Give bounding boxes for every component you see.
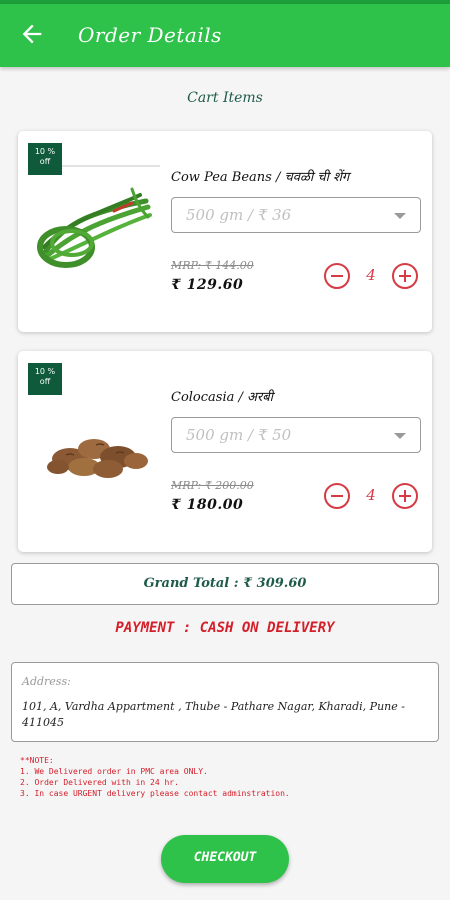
variant-dropdown[interactable]: 500 gm / ₹ 50 <box>171 417 421 453</box>
checkout-label: CHECKOUT <box>193 850 257 865</box>
quantity-value: 4 <box>366 266 376 284</box>
grand-total-box: Grand Total : ₹ 309.60 <box>11 563 439 605</box>
discount-suffix: off <box>39 157 51 166</box>
decrease-quantity-button[interactable] <box>324 483 350 509</box>
delivery-notes: **NOTE: 1. We Delivered order in PMC are… <box>20 755 290 799</box>
address-field[interactable]: Address: 101, A, Vardha Appartment , Thu… <box>11 662 439 742</box>
cow-pea-beans-image <box>37 187 152 268</box>
cart-item-card: 10 % off Colocasia / अरबी 500 gm / ₹ 50 … <box>18 351 432 552</box>
address-value: 101, A, Vardha Appartment , Thube - Path… <box>22 700 405 729</box>
variant-selected-value: 500 gm / ₹ 50 <box>186 426 292 444</box>
back-arrow-icon[interactable] <box>18 20 46 48</box>
checkout-button[interactable]: CHECKOUT <box>161 835 289 883</box>
mrp-price: MRP: ₹ 200.00 <box>171 479 254 492</box>
decrease-quantity-button[interactable] <box>324 263 350 289</box>
page-title: Order Details <box>78 23 222 47</box>
variant-dropdown[interactable]: 500 gm / ₹ 36 <box>171 197 421 233</box>
cart-items-heading: Cart Items <box>187 90 263 106</box>
app-bar: Order Details <box>0 4 450 67</box>
grand-total-text: Grand Total : ₹ 309.60 <box>143 576 307 591</box>
notes-title: **NOTE: <box>20 756 54 765</box>
note-line: 2. Order Delivered with in 24 hr. <box>20 778 179 787</box>
colocasia-image <box>47 439 148 478</box>
variant-selected-value: 500 gm / ₹ 36 <box>186 206 292 224</box>
quantity-value: 4 <box>366 486 376 504</box>
dropdown-arrow-icon <box>394 213 406 219</box>
payment-method-text: PAYMENT : CASH ON DELIVERY <box>115 620 335 636</box>
note-line: 3. In case URGENT delivery please contac… <box>20 789 290 798</box>
discount-value: 10 % <box>34 367 56 376</box>
divider <box>62 165 160 167</box>
address-label: Address: <box>22 675 71 688</box>
discount-suffix: off <box>39 377 51 386</box>
mrp-price: MRP: ₹ 144.00 <box>171 259 254 272</box>
cart-item-card: 10 % off Cow Pea Beans / चवळी ची शेंग 50… <box>18 131 432 332</box>
increase-quantity-button[interactable] <box>392 483 418 509</box>
increase-quantity-button[interactable] <box>392 263 418 289</box>
discount-value: 10 % <box>34 147 56 156</box>
discounted-price: ₹ 180.00 <box>171 497 244 513</box>
dropdown-arrow-icon <box>394 433 406 439</box>
discount-badge: 10 % off <box>28 143 62 175</box>
discounted-price: ₹ 129.60 <box>171 277 244 293</box>
product-name: Cow Pea Beans / चवळी ची शेंग <box>171 170 350 185</box>
discount-badge: 10 % off <box>28 363 62 395</box>
note-line: 1. We Delivered order in PMC area ONLY. <box>20 767 208 776</box>
product-name: Colocasia / अरबी <box>171 390 274 405</box>
